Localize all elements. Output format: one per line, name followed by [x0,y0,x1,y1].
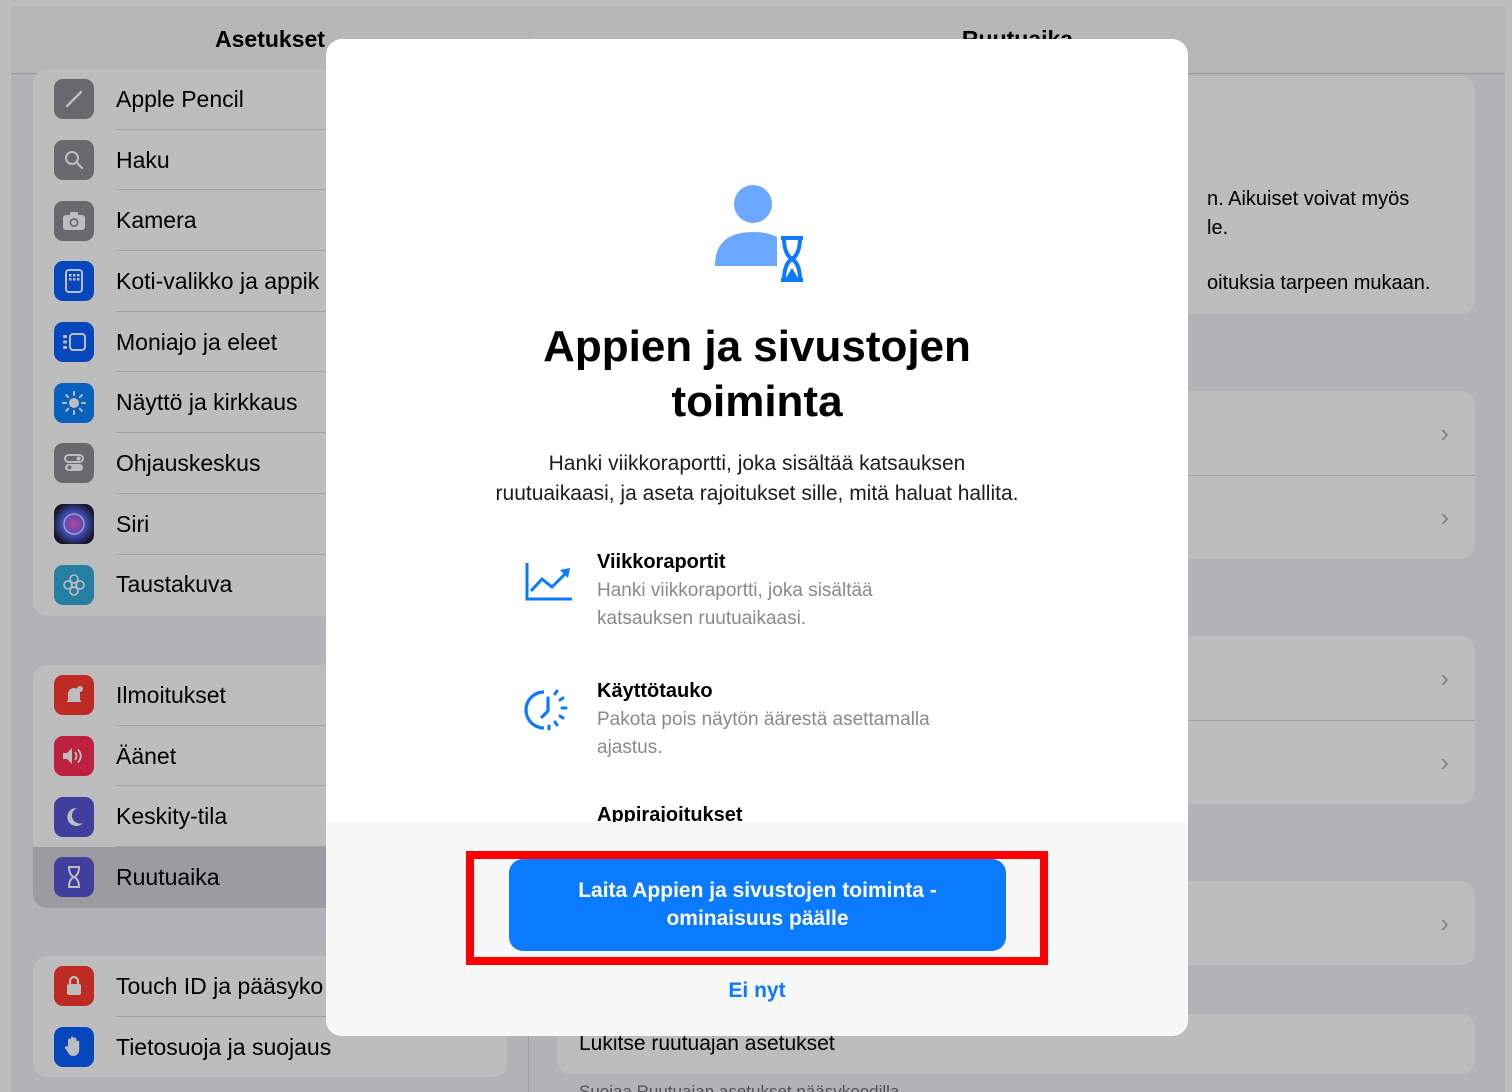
chart-trend-icon [522,555,574,607]
feature-text: Hanki viikkoraportti, joka sisältää kats… [597,580,873,629]
feature-text: Pakota pois näytön äärestä asettamalla a… [597,709,930,758]
not-now-button[interactable]: Ei nyt [326,979,1188,1003]
highlight-box [466,851,1048,965]
sheet-description: Hanki viikkoraportti, joka sisältää kats… [495,452,1019,505]
sheet-title: Appien ja sivustojen toiminta [543,322,971,426]
feature-title: Viikkoraportit [597,551,726,573]
feature-title: Käyttötauko [597,680,713,702]
feature-weekly-reports: Viikkoraportit Hanki viikkoraportti, jok… [522,551,942,631]
person-hourglass-icon [711,184,811,284]
downtime-clock-icon [522,684,574,736]
feature-downtime: Käyttötauko Pakota pois näytön äärestä a… [522,680,942,760]
